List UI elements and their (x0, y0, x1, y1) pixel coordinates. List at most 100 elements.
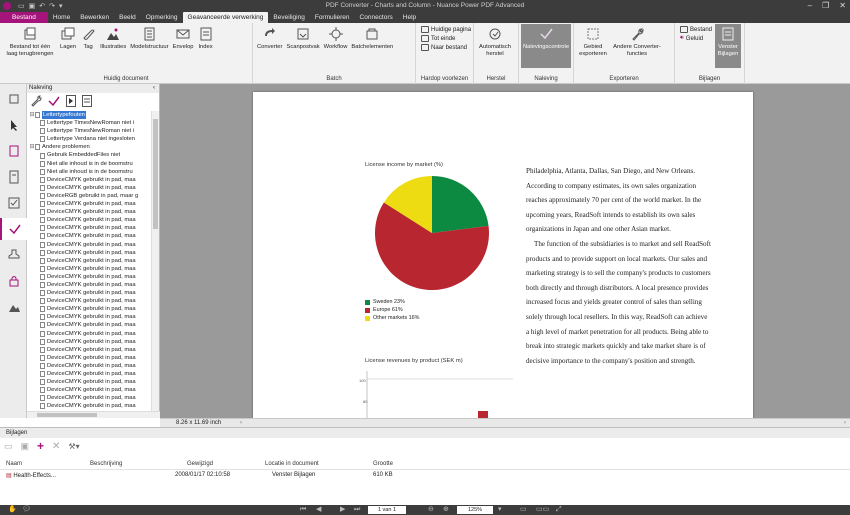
tree-item[interactable]: DeviceRGB gebruikt in pad, maar g (27, 192, 151, 200)
save-attachment-icon[interactable]: ▣ (21, 441, 30, 452)
converter-button[interactable]: Converter (255, 26, 284, 51)
last-page-icon[interactable]: ⏭ (354, 506, 360, 514)
undo-icon[interactable]: ↶ (39, 2, 45, 10)
tree-item[interactable]: Gebruik EmbeddedFiles niet (27, 151, 151, 159)
attach-sound-button[interactable]: 🔊︎ Geluid (680, 35, 712, 42)
tree-item[interactable]: DeviceCMYK gebruikt in pad, maa (27, 200, 151, 208)
pages-icon[interactable] (0, 140, 27, 162)
scroll-left-icon[interactable]: ‹ (240, 419, 242, 427)
collapse-icon[interactable]: ‹ (153, 84, 155, 93)
zoom-in-icon[interactable]: ⊕ (443, 506, 449, 514)
tree-item[interactable]: Lettertype Verdana niet ingesloten (27, 135, 151, 143)
layers-button[interactable]: Lagen (58, 26, 78, 51)
batch-elements-button[interactable]: Batchelementen (349, 26, 395, 51)
export-area-button[interactable]: Gebied exporteren (576, 26, 610, 58)
bookmarks-icon[interactable] (0, 166, 27, 188)
tree-item[interactable]: DeviceCMYK gebruikt in pad, maa (27, 241, 151, 249)
tree-item[interactable]: DeviceCMYK gebruikt in pad, maa (27, 184, 151, 192)
tree-item[interactable]: DeviceCMYK gebruikt in pad, maa (27, 402, 151, 410)
tree-item[interactable]: DeviceCMYK gebruikt in pad, maa (27, 216, 151, 224)
tree-item[interactable]: Lettertype TimesNewRoman niet i (27, 127, 151, 135)
fit-width-icon[interactable]: ⤢ (556, 506, 562, 514)
tree-item[interactable]: DeviceCMYK gebruikt in pad, maa (27, 338, 151, 346)
tree-item[interactable]: DeviceCMYK gebruikt in pad, maa (27, 321, 151, 329)
tree-item[interactable]: DeviceCMYK gebruikt in pad, maa (27, 394, 151, 402)
tree-item[interactable]: DeviceCMYK gebruikt in pad, maa (27, 208, 151, 216)
tree-item[interactable]: Lettertype TimesNewRoman niet i (27, 119, 151, 127)
menu-tab-beveiliging[interactable]: Beveiliging (268, 12, 309, 23)
first-page-icon[interactable]: ⏮ (300, 506, 306, 514)
other-converter-functions-button[interactable]: Andere Converter-functies (610, 26, 664, 58)
zoom-dropdown-icon[interactable]: ▾ (498, 506, 502, 514)
next-page-icon[interactable]: ▶ (340, 506, 345, 514)
pan-icon[interactable]: ✋ (8, 506, 17, 514)
menu-tab-help[interactable]: Help (398, 12, 421, 23)
read-current-page-button[interactable]: Huidige pagina (421, 26, 471, 33)
tree-item[interactable]: DeviceCMYK gebruikt in pad, maa (27, 297, 151, 305)
lock-icon[interactable] (0, 270, 27, 292)
tree-item[interactable]: DeviceCMYK gebruikt in pad, maa (27, 362, 151, 370)
open-attachment-icon[interactable]: ▭ (4, 441, 13, 452)
model-structure-button[interactable]: Modelstructuur (128, 26, 170, 51)
scroll-thumb[interactable] (153, 119, 158, 229)
tree-item[interactable]: DeviceCMYK gebruikt in pad, maa (27, 176, 151, 184)
menu-tab-beeld[interactable]: Beeld (114, 12, 141, 23)
panel-vertical-scrollbar[interactable] (151, 111, 159, 411)
menu-tab-bewerken[interactable]: Bewerken (75, 12, 114, 23)
tools-icon[interactable]: ⚒▾ (68, 442, 79, 451)
attachments-window-button[interactable]: Venster Bijlagen (715, 24, 742, 68)
read-to-file-button[interactable]: Naar bestand (421, 44, 471, 51)
tree-item[interactable]: DeviceCMYK gebruikt in pad, maa (27, 249, 151, 257)
tree-item[interactable]: DeviceCMYK gebruikt in pad, maa (27, 224, 151, 232)
previous-page-icon[interactable]: ◀ (316, 506, 321, 514)
fix-tool-icon[interactable] (30, 95, 42, 109)
tree-item[interactable]: DeviceCMYK gebruikt in pad, maa (27, 346, 151, 354)
menu-tab-geavanceerde-verwerking[interactable]: Geavanceerde verwerking (182, 12, 269, 23)
tree-item[interactable]: DeviceCMYK gebruikt in pad, maa (27, 330, 151, 338)
restore-icon[interactable]: ❐ (822, 0, 829, 11)
read-to-end-button[interactable]: Tot einde (421, 35, 471, 42)
attach-file-button[interactable]: Bestand (680, 26, 712, 33)
scroll-right-icon[interactable]: › (844, 419, 846, 427)
single-page-view-icon[interactable]: ▭ (520, 506, 527, 514)
zoom-level-field[interactable]: 125% (457, 506, 493, 514)
envelope-button[interactable]: Envelop (171, 26, 196, 51)
play-icon[interactable] (66, 95, 76, 109)
zoom-out-icon[interactable]: ⊖ (428, 506, 434, 514)
check-icon[interactable] (48, 95, 60, 109)
menu-tab-home[interactable]: Home (48, 12, 75, 23)
tree-item[interactable]: DeviceCMYK gebruikt in pad, maa (27, 273, 151, 281)
report-icon[interactable] (82, 95, 92, 109)
tree-item[interactable]: DeviceCMYK gebruikt in pad, maa (27, 354, 151, 362)
column-header-modified[interactable]: Gewijzigd (187, 461, 213, 467)
column-header-description[interactable]: Beschrijving (90, 461, 122, 467)
customize-icon[interactable]: ▾ (59, 2, 63, 10)
tree-item[interactable]: DeviceCMYK gebruikt in pad, maa (27, 305, 151, 313)
tree-item[interactable]: DeviceCMYK gebruikt in pad, maa (27, 289, 151, 297)
two-page-view-icon[interactable]: ▭▭ (536, 506, 549, 514)
tree-item[interactable]: ⊟ Lettertypefouten (27, 111, 151, 120)
delete-icon[interactable]: ✕ (52, 441, 60, 452)
scroll-thumb[interactable] (37, 413, 97, 417)
tree-item[interactable]: ⊟ Andere problemen (27, 143, 151, 151)
comment-icon[interactable]: 💬︎ (22, 506, 31, 514)
add-icon[interactable]: + (37, 439, 44, 453)
tree-item[interactable]: DeviceCMYK gebruikt in pad, maa (27, 265, 151, 273)
close-icon[interactable]: ✕ (839, 0, 846, 11)
menu-tab-bestand[interactable]: Bestand (0, 12, 48, 23)
menu-tab-connectors[interactable]: Connectors (355, 12, 398, 23)
minimize-icon[interactable]: – (808, 0, 812, 11)
select-tool-icon[interactable] (0, 114, 27, 136)
auto-repair-button[interactable]: Automatisch herstel (476, 26, 514, 58)
compliance-check-button[interactable]: Nalevingscontrole (521, 24, 571, 68)
tree-item[interactable]: DeviceCMYK gebruikt in pad, maa (27, 257, 151, 265)
workflow-button[interactable]: Workflow (322, 26, 350, 51)
page-number-field[interactable]: 1 van 1 (368, 506, 406, 514)
index-button[interactable]: Index (196, 26, 216, 51)
compliance-panel-icon[interactable] (0, 218, 27, 240)
column-header-size[interactable]: Grootte (373, 461, 393, 467)
tree-item[interactable]: DeviceCMYK gebruikt in pad, maa (27, 386, 151, 394)
image-tool-icon[interactable] (0, 296, 27, 318)
tree-item[interactable]: Niet alle inhoud is in de boomstru (27, 168, 151, 176)
save-icon[interactable]: ▣ (29, 2, 36, 10)
